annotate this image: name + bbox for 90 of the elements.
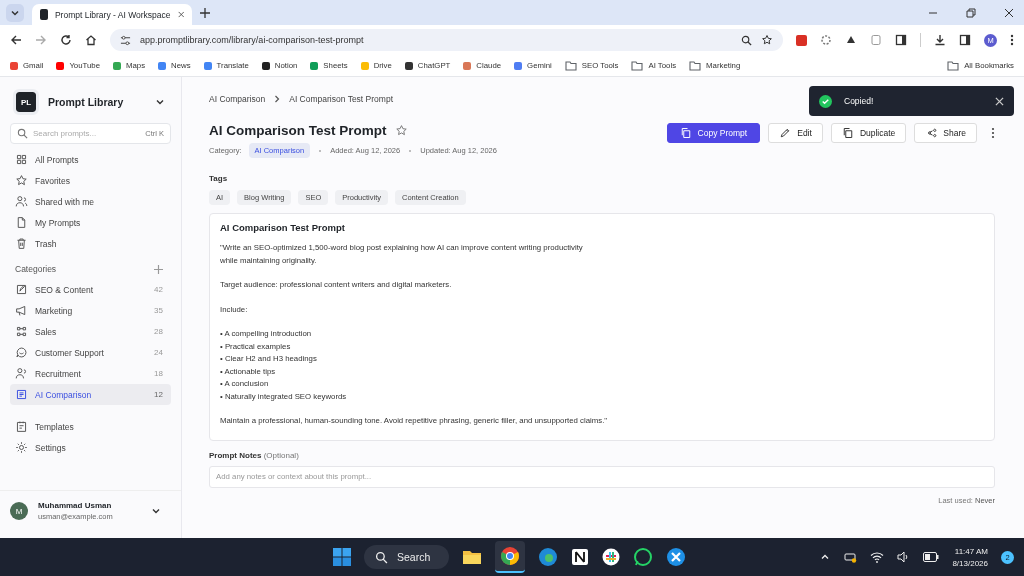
notes-label: Prompt Notes (Optional): [209, 450, 300, 460]
site-settings-icon[interactable]: [120, 34, 131, 46]
nav-icon: [15, 195, 28, 208]
nav-icon: [15, 216, 28, 229]
copy-button[interactable]: Copy Prompt: [666, 123, 761, 143]
sidebar-item[interactable]: Shared with me: [10, 191, 171, 212]
share-icon: [925, 127, 938, 139]
category-item[interactable]: Sales 28: [10, 321, 171, 342]
settings-icon: [15, 441, 28, 454]
category-icon: [15, 367, 28, 380]
pencil-icon: [779, 127, 792, 139]
tab-list-button[interactable]: [6, 3, 24, 22]
user-avatar[interactable]: M: [10, 502, 28, 520]
back-icon[interactable]: [10, 34, 22, 46]
sidebar-item[interactable]: Settings: [10, 437, 171, 458]
home-icon[interactable]: [85, 34, 97, 46]
app-logo-icon: [40, 9, 48, 20]
browser-icon[interactable]: [538, 547, 558, 567]
side-panel-icon[interactable]: [895, 34, 907, 46]
breadcrumb-current: AI Comparison Test Prompt: [289, 94, 393, 104]
side-panel-icon[interactable]: [959, 34, 971, 46]
edit-button[interactable]: Edit: [768, 123, 823, 143]
reload-icon[interactable]: [60, 34, 72, 46]
category-item[interactable]: Marketing 35: [10, 300, 171, 321]
section-heading: Categories: [15, 264, 57, 274]
chevron-up-icon[interactable]: [820, 552, 831, 562]
download-icon[interactable]: [934, 34, 946, 46]
more-icon[interactable]: [1010, 34, 1014, 46]
prompt-title: AI Comparison Test Prompt: [220, 222, 346, 233]
start-icon[interactable]: [333, 548, 351, 566]
star-icon[interactable]: [761, 34, 773, 46]
category-icon: [15, 304, 28, 317]
copy-icon: [679, 127, 692, 139]
battery-icon[interactable]: [923, 552, 940, 562]
sidebar-item[interactable]: My Prompts: [10, 212, 171, 233]
folder-icon: [689, 60, 702, 71]
chat-icon[interactable]: [633, 547, 653, 567]
zoom-icon[interactable]: [741, 34, 752, 46]
page-title: AI Comparison Test Prompt: [209, 123, 387, 138]
app-logo: PL: [16, 92, 36, 112]
close-icon[interactable]: [1004, 7, 1014, 18]
folder-icon: [564, 60, 577, 71]
more-icon[interactable]: [991, 127, 995, 139]
address-bar[interactable]: app.promptlibrary.com/library/ai-comparison-test-prompt: [110, 29, 783, 51]
category-item[interactable]: Customer Support 24: [10, 342, 171, 363]
clock[interactable]: 11:47 AM 8/13/2026: [952, 546, 988, 568]
browser-icon[interactable]: [500, 546, 520, 566]
sidebar-item[interactable]: All Prompts: [10, 149, 171, 170]
sidebar-item[interactable]: Favorites: [10, 170, 171, 191]
category-icon: [15, 283, 28, 296]
duplicate-button[interactable]: Duplicate: [830, 123, 907, 143]
sidebar-item[interactable]: Templates: [10, 416, 171, 437]
app-name: Prompt Library: [48, 96, 124, 108]
nav-icon: [15, 153, 28, 166]
share-button[interactable]: Share: [914, 123, 977, 143]
search-icon: [17, 128, 28, 139]
app-icon[interactable]: [666, 547, 686, 567]
app-icon[interactable]: [571, 548, 589, 566]
chevron-right-icon: [273, 95, 282, 103]
user-name: Muhammad Usman: [38, 501, 113, 510]
breadcrumb-link[interactable]: AI Comparison: [209, 94, 266, 104]
wifi-icon[interactable]: [870, 551, 885, 563]
copy-icon: [841, 127, 854, 139]
folder-icon: [947, 60, 960, 71]
chevron-down-icon[interactable]: [151, 506, 161, 516]
app-icon[interactable]: [602, 548, 620, 566]
nav-icon: [15, 174, 28, 187]
folder-icon[interactable]: [462, 548, 482, 566]
network-icon[interactable]: [843, 551, 858, 563]
search-icon: [375, 550, 388, 564]
star-icon[interactable]: [394, 124, 408, 137]
browser-tab[interactable]: Prompt Library - AI Workspace: [32, 4, 192, 25]
category-item[interactable]: SEO & Content 42: [10, 279, 171, 300]
taskbar-search[interactable]: Search: [364, 545, 449, 569]
plus-icon[interactable]: [200, 7, 210, 18]
check-circle-icon: [819, 94, 832, 108]
section-heading: Tags: [209, 174, 229, 183]
sidebar-item[interactable]: Trash: [10, 233, 171, 254]
category-icon: [15, 388, 28, 401]
restore-icon[interactable]: [966, 7, 976, 18]
calendar-icon: [15, 420, 28, 433]
chevron-down-icon[interactable]: [155, 97, 165, 107]
folder-icon: [631, 60, 644, 71]
category-item[interactable]: Recruitment 18: [10, 363, 171, 384]
category-icon: [15, 325, 28, 338]
category-icon: [15, 346, 28, 359]
nav-icon: [15, 237, 28, 250]
toast-message: Copied!: [844, 96, 874, 106]
extension-icon[interactable]: [845, 34, 857, 46]
category-item[interactable]: AI Comparison 12: [10, 384, 171, 405]
